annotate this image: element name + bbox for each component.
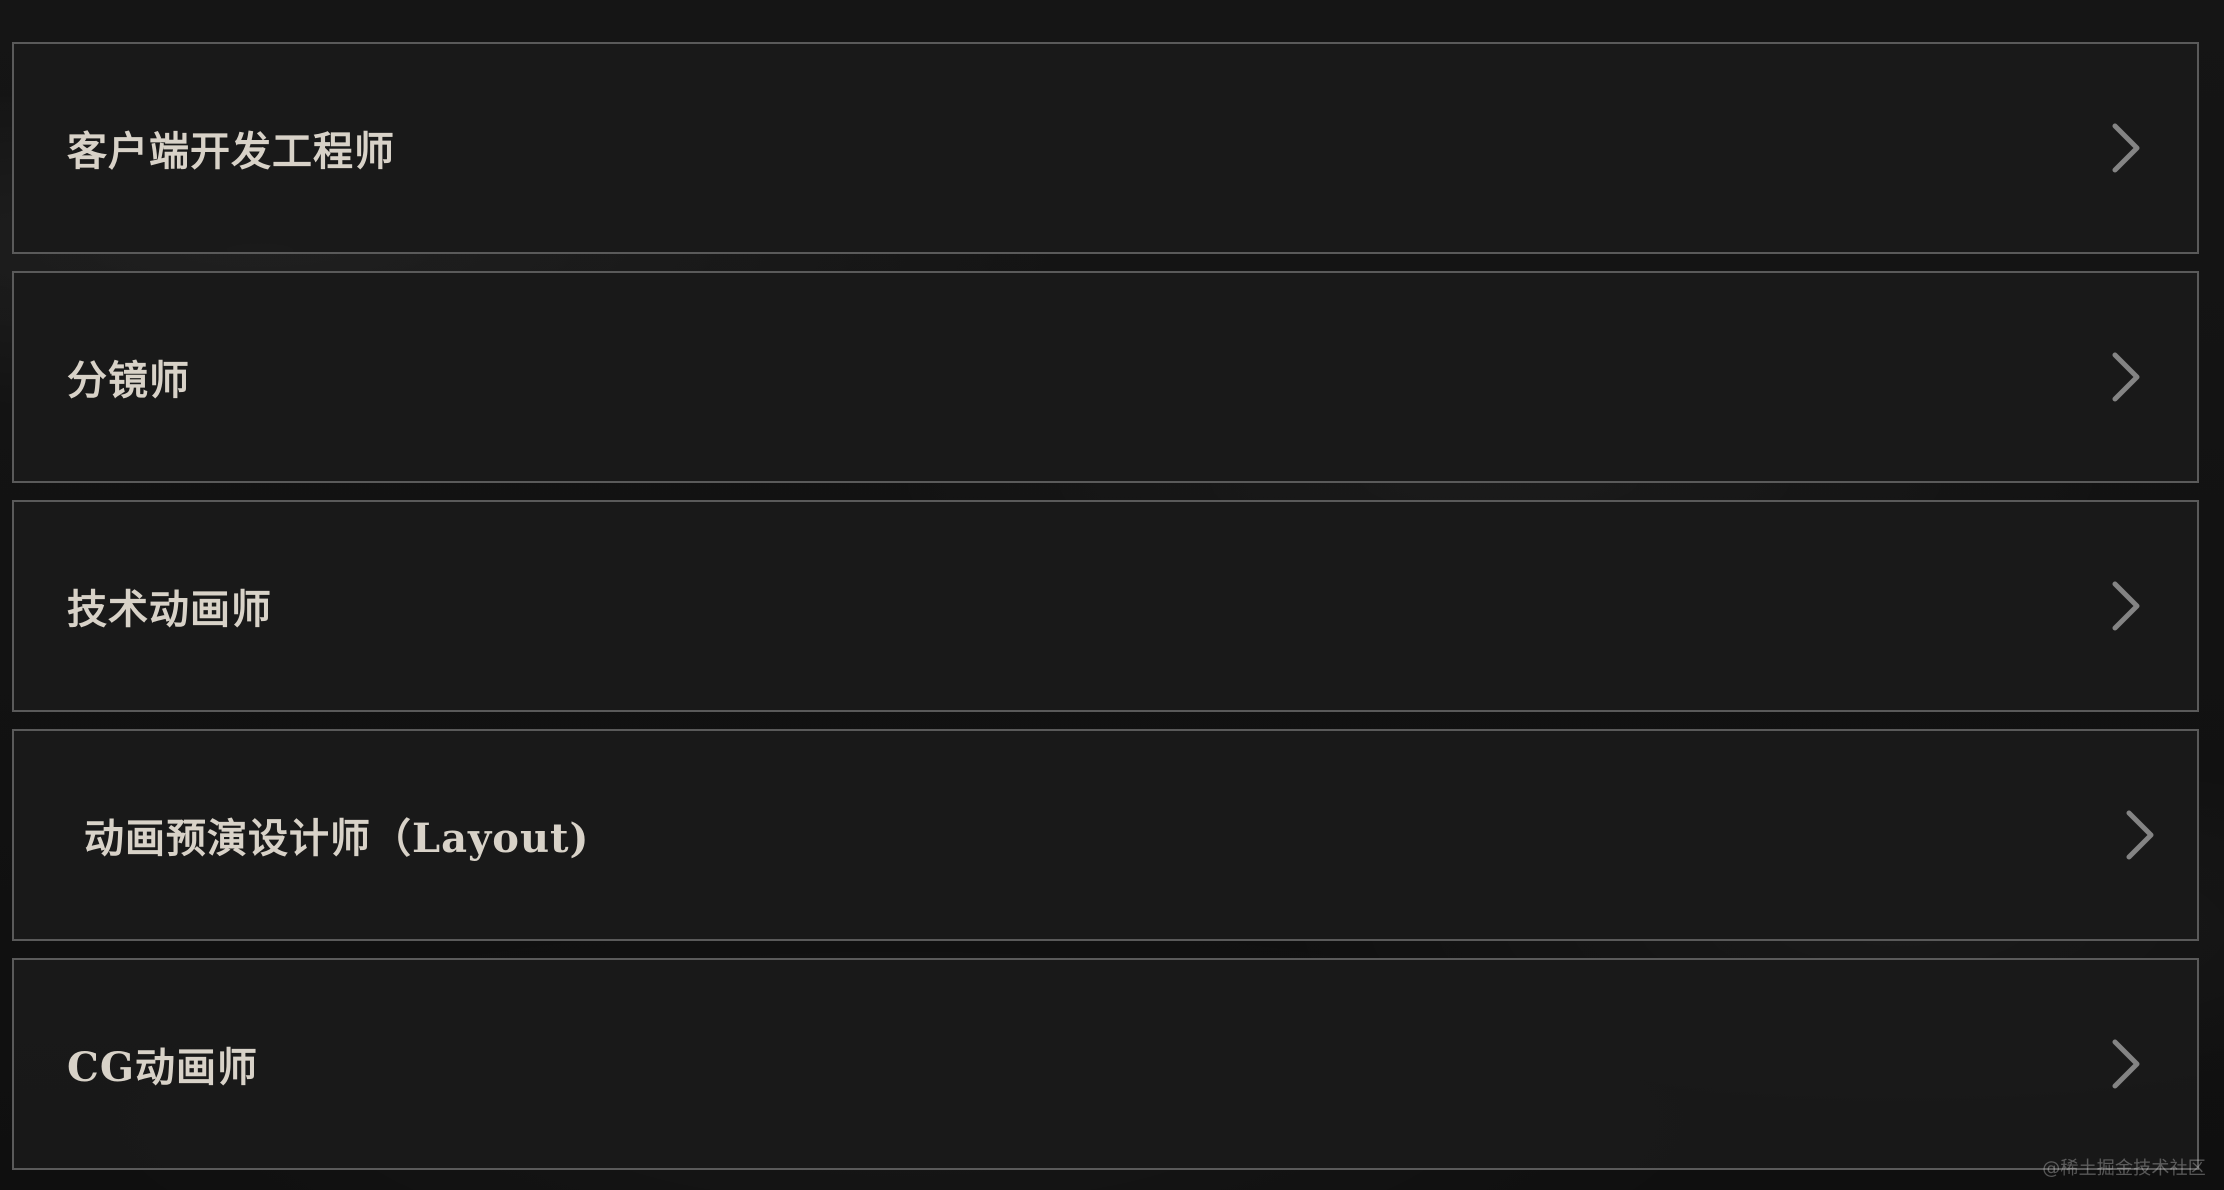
- chevron-right-icon: [2112, 581, 2140, 631]
- job-title: 动画预演设计师（Layout): [84, 815, 590, 862]
- watermark-text: @稀土掘金技术社区: [2042, 1158, 2206, 1179]
- job-title: 客户端开发工程师: [67, 128, 395, 175]
- job-item-storyboard-artist[interactable]: 分镜师: [12, 271, 2199, 483]
- chevron-right-icon: [2126, 810, 2154, 860]
- page: 客户端开发工程师 分镜师 技术动画师 动画预演设计师（Layout) CG动画师…: [0, 0, 2224, 1190]
- job-item-technical-animator[interactable]: 技术动画师: [12, 500, 2199, 712]
- job-item-layout-designer[interactable]: 动画预演设计师（Layout): [12, 729, 2199, 941]
- job-title: 分镜师: [67, 357, 190, 404]
- job-item-client-developer[interactable]: 客户端开发工程师: [12, 42, 2199, 254]
- job-list: 客户端开发工程师 分镜师 技术动画师 动画预演设计师（Layout) CG动画师: [12, 42, 2199, 1170]
- chevron-right-icon: [2112, 1039, 2140, 1089]
- job-title: CG动画师: [67, 1044, 258, 1091]
- job-item-cg-animator[interactable]: CG动画师: [12, 958, 2199, 1170]
- chevron-right-icon: [2112, 123, 2140, 173]
- job-title: 技术动画师: [67, 586, 272, 633]
- chevron-right-icon: [2112, 352, 2140, 402]
